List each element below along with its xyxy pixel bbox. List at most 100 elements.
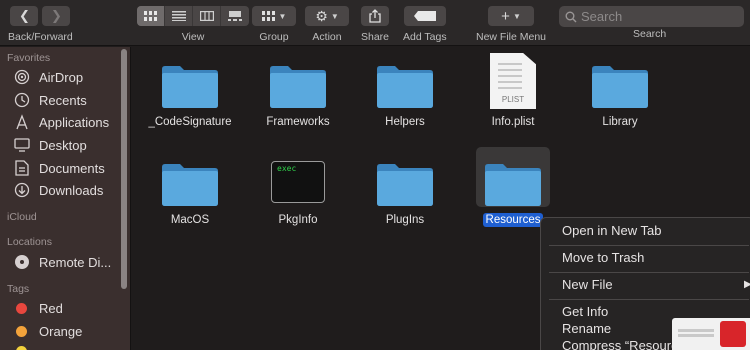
new-file-menu-group: + ▼ New File Menu [476, 6, 546, 43]
folder-icon [261, 49, 335, 109]
action-label: Action [312, 31, 342, 43]
menu-item-open-in-new-tab[interactable]: Open in New Tab [562, 223, 662, 238]
sidebar-item-label: Applications [39, 114, 110, 130]
share-button[interactable] [361, 6, 390, 26]
sidebar-item-applications[interactable]: Applications [12, 114, 109, 130]
sidebar: Favorites AirDrop Recents Applications D… [0, 47, 131, 350]
sidebar-scrollbar[interactable] [121, 49, 127, 289]
file-name: PlugIns [385, 214, 425, 226]
sidebar-item-label: Red [39, 301, 63, 316]
file-item[interactable]: PlugIns [350, 147, 460, 227]
red-tag-dot [16, 303, 27, 314]
new-file-menu-button[interactable]: + ▼ [488, 6, 535, 26]
sidebar-item-label: Downloads [39, 182, 104, 198]
disk-icon [12, 254, 32, 270]
action-button[interactable]: ⚙ ▼ [305, 6, 349, 26]
gear-icon: ⚙ [315, 7, 328, 24]
sidebar-item-recents[interactable]: Recents [12, 92, 87, 108]
add-tags-button[interactable] [403, 6, 446, 26]
group-group: ▼ Group [252, 6, 296, 43]
action-group: ⚙ ▼ Action [305, 6, 349, 43]
file-name: Frameworks [266, 116, 330, 128]
desktop-icon [12, 137, 32, 153]
folder-icon [153, 49, 227, 109]
sidebar-tag-partial[interactable] [12, 346, 39, 350]
file-item[interactable]: Frameworks [243, 49, 353, 129]
view-group: View [137, 6, 249, 43]
sidebar-item-airdrop[interactable]: AirDrop [12, 69, 83, 85]
file-item[interactable]: _CodeSignature [135, 49, 245, 129]
search-field[interactable] [559, 6, 744, 27]
gallery-view-button[interactable] [221, 6, 249, 26]
forward-button[interactable]: ❯ [42, 6, 71, 26]
toolbar: ❮ ❯ Back/Forward View ▼ Group ⚙ ▼ Action… [0, 0, 750, 46]
group-button[interactable]: ▼ [252, 6, 296, 26]
search-input[interactable] [581, 9, 731, 24]
plus-icon: + [501, 7, 510, 25]
columns-icon [199, 11, 214, 21]
file-item[interactable]: PLIST Info.plist [458, 49, 568, 129]
sidebar-item-label: Remote Di... [39, 254, 112, 270]
folder-icon [368, 49, 442, 109]
sidebar-item-desktop[interactable]: Desktop [12, 137, 87, 153]
search-icon [565, 11, 577, 22]
favorites-heading: Favorites [7, 52, 51, 64]
file-item-selected[interactable]: Resources [458, 147, 568, 227]
folder-icon [153, 147, 227, 207]
search-label: Search [633, 28, 667, 40]
new-file-menu-label: New File Menu [476, 31, 547, 43]
file-name: PkgInfo [278, 214, 318, 226]
menu-item-move-to-trash[interactable]: Move to Trash [562, 250, 644, 265]
gallery-icon [228, 11, 242, 21]
file-item[interactable]: exec PkgInfo [243, 147, 353, 227]
applications-icon [12, 114, 32, 130]
icon-view-button[interactable] [137, 6, 165, 26]
tag-icon [413, 11, 436, 21]
menu-separator [549, 245, 749, 246]
share-label: Share [361, 31, 390, 43]
sidebar-item-documents[interactable]: Documents [12, 160, 105, 176]
share-icon [369, 9, 381, 23]
file-name: Resources [482, 213, 544, 227]
sidebar-item-label: Orange [39, 324, 83, 339]
document-icon [12, 160, 32, 176]
list-view-button[interactable] [165, 6, 193, 26]
sidebar-tag-red[interactable]: Red [12, 301, 63, 316]
yellow-tag-dot [16, 346, 27, 350]
logo-mark-icon [720, 321, 746, 347]
back-forward-label: Back/Forward [8, 31, 73, 43]
executable-icon: exec [261, 147, 335, 207]
sidebar-item-label: Recents [39, 92, 87, 108]
sidebar-item-remote-disc[interactable]: Remote Di... [12, 254, 111, 270]
menu-item-rename[interactable]: Rename [562, 321, 611, 336]
locations-heading: Locations [7, 236, 52, 248]
airdrop-icon [12, 69, 32, 85]
file-item[interactable]: MacOS [135, 147, 245, 227]
chevron-down-icon: ▼ [278, 11, 287, 21]
add-tags-label: Add Tags [403, 31, 447, 43]
share-group: Share [361, 6, 389, 43]
clock-icon [12, 92, 32, 108]
folder-icon [368, 147, 442, 207]
chevron-down-icon: ▼ [330, 11, 339, 21]
orange-tag-dot [16, 326, 27, 337]
file-item[interactable]: Helpers [350, 49, 460, 129]
file-name: _CodeSignature [148, 116, 232, 128]
chevron-left-icon: ❮ [18, 8, 30, 23]
view-segmented-control [137, 6, 249, 26]
submenu-arrow-icon: ▶ [744, 279, 750, 290]
file-name: MacOS [170, 214, 210, 226]
menu-item-new-file[interactable]: New File [562, 277, 613, 292]
back-button[interactable]: ❮ [10, 6, 39, 26]
chevron-down-icon: ▼ [512, 11, 521, 21]
menu-item-get-info[interactable]: Get Info [562, 304, 608, 319]
sidebar-tag-orange[interactable]: Orange [12, 324, 82, 339]
sidebar-item-downloads[interactable]: Downloads [12, 182, 103, 198]
sidebar-item-label: Desktop [39, 137, 87, 153]
folder-icon [583, 49, 657, 109]
download-icon [12, 182, 32, 198]
file-name: Info.plist [491, 116, 535, 128]
file-item[interactable]: Library [565, 49, 675, 129]
list-icon [171, 11, 186, 21]
column-view-button[interactable] [193, 6, 221, 26]
